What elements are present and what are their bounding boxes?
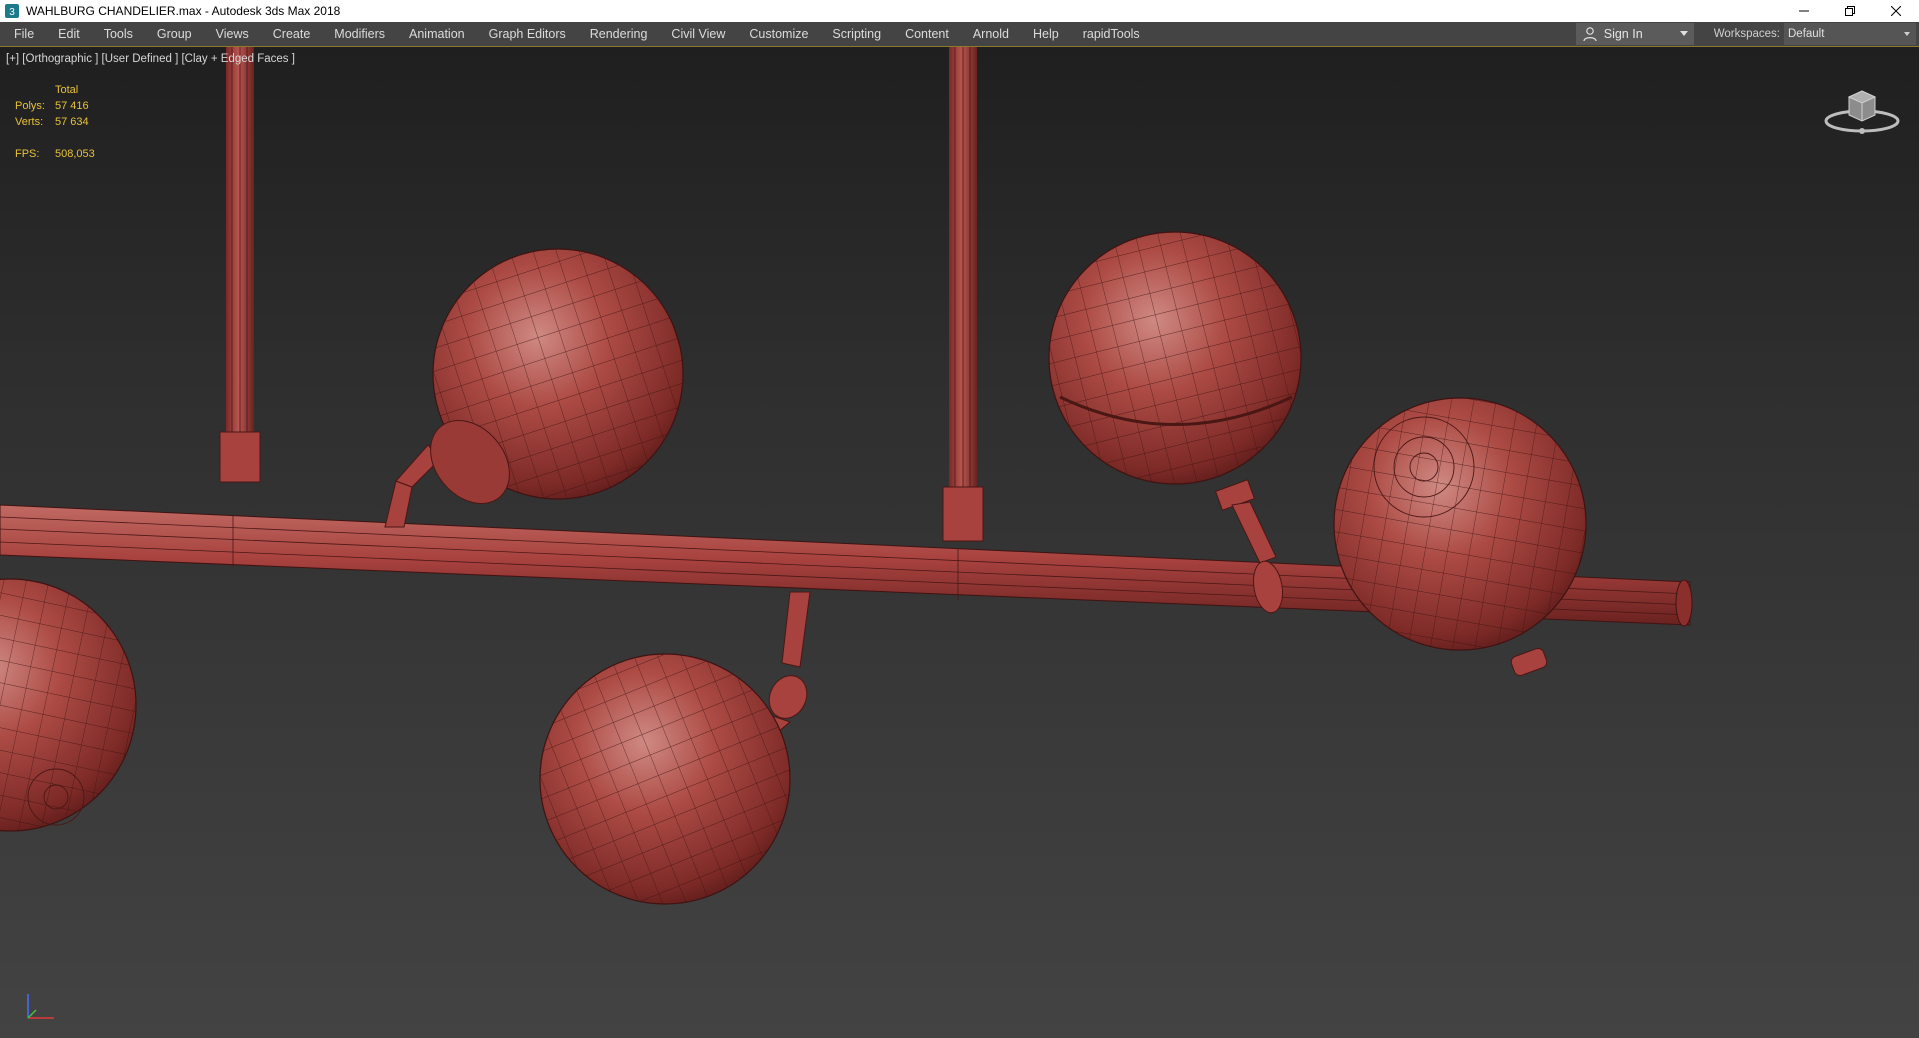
chevron-down-icon (1679, 31, 1688, 36)
window-title: WAHLBURG CHANDELIER.max - Autodesk 3ds M… (26, 4, 341, 18)
menu-edit[interactable]: Edit (46, 22, 92, 46)
stats-total-header: Total (55, 84, 79, 96)
perspective-viewport[interactable]: [+] [Orthographic ] [User Defined ] [Cla… (0, 47, 1919, 1038)
sign-in-dropdown[interactable]: Sign In (1575, 23, 1694, 45)
minimize-button[interactable] (1781, 0, 1827, 22)
vertical-rod-left (219, 47, 261, 483)
axis-tripod-icon (27, 994, 54, 1019)
close-button[interactable] (1873, 0, 1919, 22)
main-menu-bar: File Edit Tools Group Views Create Modif… (0, 22, 1919, 47)
viewport-label-menu[interactable]: [+] [Orthographic ] [User Defined ] [Cla… (6, 53, 295, 65)
scene-render (0, 47, 1693, 905)
statistics-overlay: Total Polys: 57 416 Verts: 57 634 FPS: 508,… (15, 84, 95, 164)
3ds-max-icon: 3 (5, 4, 19, 18)
menu-civil-view[interactable]: Civil View (659, 22, 737, 46)
menu-create[interactable]: Create (261, 22, 323, 46)
globe-upper-left (430, 248, 684, 504)
menu-animation[interactable]: Animation (397, 22, 477, 46)
menu-tools[interactable]: Tools (92, 22, 145, 46)
chevron-down-icon (1904, 32, 1910, 36)
menu-scripting[interactable]: Scripting (820, 22, 893, 46)
polys-value: 57 416 (55, 100, 89, 112)
fps-value: 508,053 (55, 148, 95, 160)
restore-button[interactable] (1827, 0, 1873, 22)
menu-group[interactable]: Group (145, 22, 204, 46)
menu-rapidtools[interactable]: rapidTools (1071, 22, 1152, 46)
svg-text:3: 3 (9, 7, 15, 18)
window-titlebar: 3 WAHLBURG CHANDELIER.max - Autodesk 3ds… (0, 0, 1919, 22)
close-icon (1891, 6, 1901, 16)
globe-upper-right (1048, 231, 1302, 485)
menu-content[interactable]: Content (893, 22, 961, 46)
menu-views[interactable]: Views (204, 22, 261, 46)
menu-file[interactable]: File (0, 22, 46, 46)
globe-left-partial (0, 578, 137, 832)
sign-in-label: Sign In (1603, 27, 1643, 41)
menu-customize[interactable]: Customize (737, 22, 820, 46)
menu-graph-editors[interactable]: Graph Editors (477, 22, 578, 46)
globe-right (1333, 397, 1587, 651)
workspaces-label: Workspaces: (1713, 28, 1780, 40)
workspace-value: Default (1788, 28, 1825, 40)
menu-help[interactable]: Help (1021, 22, 1071, 46)
restore-icon (1845, 6, 1855, 16)
vertical-rod-right (942, 47, 984, 542)
menu-arnold[interactable]: Arnold (961, 22, 1021, 46)
user-icon (1583, 27, 1597, 42)
menu-modifiers[interactable]: Modifiers (322, 22, 397, 46)
verts-value: 57 634 (55, 116, 89, 128)
polys-label: Polys: (15, 100, 45, 112)
verts-label: Verts: (15, 116, 44, 128)
minimize-icon (1799, 10, 1809, 12)
fps-label: FPS: (15, 148, 40, 160)
menu-rendering[interactable]: Rendering (578, 22, 660, 46)
workspace-select[interactable]: Default (1784, 23, 1916, 45)
viewcube-icon[interactable] (1821, 79, 1903, 139)
